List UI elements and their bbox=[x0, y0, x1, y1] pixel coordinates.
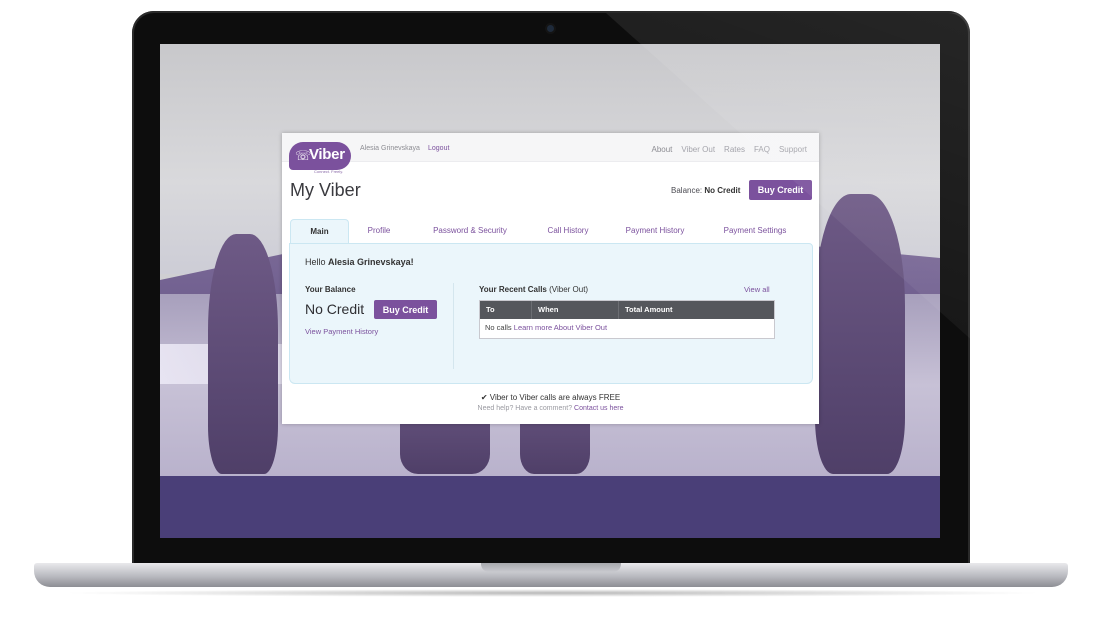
tab-payment-settings[interactable]: Payment Settings bbox=[712, 219, 798, 243]
column-total-amount: Total Amount bbox=[625, 305, 673, 314]
contact-us-link[interactable]: Contact us here bbox=[574, 405, 623, 412]
help-text: Need help? Have a comment? bbox=[477, 405, 573, 412]
top-nav: About Viber Out Rates FAQ Support bbox=[651, 145, 807, 154]
table-header: To When Total Amount bbox=[480, 301, 774, 319]
logo-tagline: Connect. Freely. bbox=[314, 169, 344, 174]
table-row: No calls Learn more About Viber Out bbox=[485, 323, 607, 332]
account-tabs: Main Profile Password & Security Call Hi… bbox=[290, 219, 811, 245]
tab-payment-history[interactable]: Payment History bbox=[612, 219, 698, 243]
background-person bbox=[208, 234, 278, 474]
logo-text: Viber bbox=[309, 146, 345, 163]
page-title: My Viber bbox=[290, 180, 361, 200]
column-to: To bbox=[480, 301, 532, 319]
tab-profile[interactable]: Profile bbox=[350, 219, 408, 243]
checkmark-icon: ✔ bbox=[480, 393, 488, 402]
viber-account-page: Alesia Grinevskaya Logout About Viber Ou… bbox=[282, 133, 819, 424]
laptop-shadow bbox=[60, 589, 1045, 597]
recent-calls-title: Your Recent Calls bbox=[479, 285, 547, 294]
help-note: Need help? Have a comment? Contact us he… bbox=[282, 405, 819, 412]
viber-logo[interactable]: ☏ Viber bbox=[289, 142, 351, 170]
no-calls-text: No calls bbox=[485, 323, 512, 332]
free-calls-text: Viber to Viber calls are always FREE bbox=[489, 393, 621, 402]
laptop-screen: Alesia Grinevskaya Logout About Viber Ou… bbox=[160, 44, 940, 538]
recent-calls-suffix: (Viber Out) bbox=[549, 285, 589, 294]
column-when: When bbox=[532, 301, 619, 319]
nav-about[interactable]: About bbox=[651, 145, 672, 154]
free-calls-note: ✔ Viber to Viber calls are always FREE bbox=[282, 393, 819, 402]
nav-faq[interactable]: FAQ bbox=[754, 145, 770, 154]
greeting: Hello Alesia Grinevskaya! bbox=[305, 257, 414, 267]
panel-divider bbox=[453, 283, 454, 369]
logout-link[interactable]: Logout bbox=[428, 145, 449, 152]
background-person bbox=[815, 194, 905, 474]
balance-amount: No Credit bbox=[305, 301, 365, 317]
balance-value: No Credit bbox=[704, 186, 741, 195]
header-balance: Balance: No Credit bbox=[671, 186, 740, 195]
tab-main[interactable]: Main bbox=[290, 219, 349, 245]
webcam bbox=[547, 25, 554, 32]
user-name: Alesia Grinevskaya bbox=[360, 145, 420, 152]
buy-credit-button[interactable]: Buy Credit bbox=[749, 180, 812, 200]
main-panel: Hello Alesia Grinevskaya! Your Balance N… bbox=[289, 243, 813, 384]
laptop-notch bbox=[481, 563, 621, 572]
recent-calls-label: Your Recent Calls (Viber Out) bbox=[479, 285, 588, 294]
your-balance-label: Your Balance bbox=[305, 285, 356, 294]
site-footer-band bbox=[160, 476, 940, 538]
nav-viber-out[interactable]: Viber Out bbox=[681, 145, 715, 154]
greeting-prefix: Hello bbox=[305, 257, 326, 267]
view-payment-history-link[interactable]: View Payment History bbox=[305, 327, 378, 336]
recent-calls-table: To When Total Amount No calls Learn more… bbox=[479, 300, 775, 339]
balance-label: Balance: bbox=[671, 186, 703, 195]
nav-rates[interactable]: Rates bbox=[724, 145, 745, 154]
buy-credit-panel-button[interactable]: Buy Credit bbox=[374, 300, 437, 319]
tab-call-history[interactable]: Call History bbox=[534, 219, 602, 243]
learn-more-link[interactable]: Learn more About Viber Out bbox=[514, 323, 607, 332]
top-bar: Alesia Grinevskaya Logout About Viber Ou… bbox=[282, 133, 819, 162]
view-all-link[interactable]: View all bbox=[744, 285, 770, 294]
greeting-name: Alesia Grinevskaya! bbox=[328, 257, 414, 267]
tab-password-security[interactable]: Password & Security bbox=[422, 219, 518, 243]
nav-support[interactable]: Support bbox=[779, 145, 807, 154]
